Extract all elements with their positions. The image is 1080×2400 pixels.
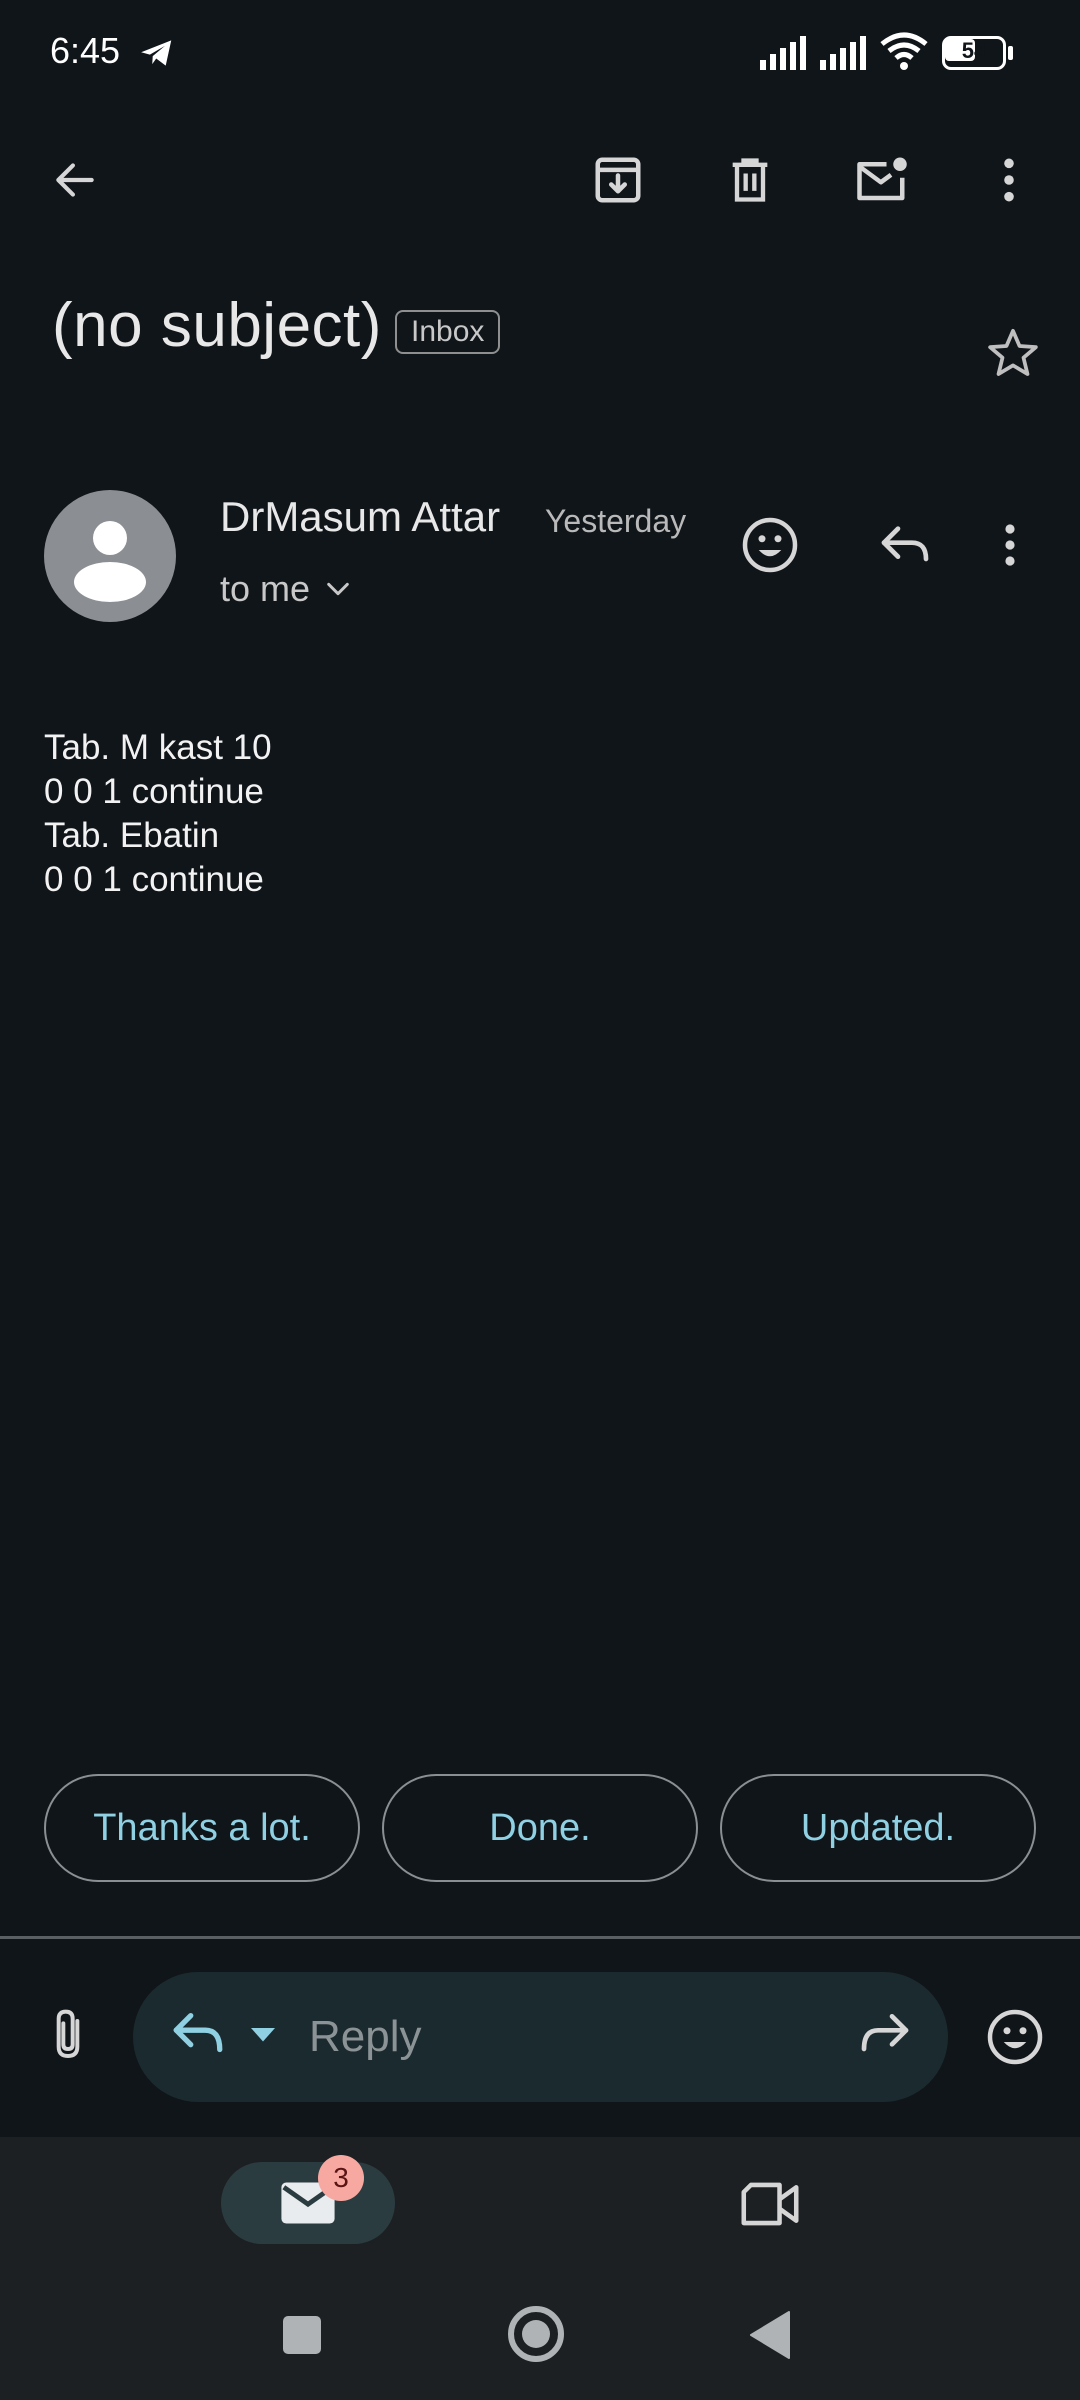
- back-arrow-icon: [56, 163, 94, 197]
- star-icon: [988, 328, 1038, 376]
- signal-icon: [760, 36, 806, 70]
- person-icon: [74, 521, 146, 602]
- email-subject: (no subject): [52, 291, 382, 360]
- sender-avatar[interactable]: [44, 490, 176, 622]
- recents-button[interactable]: [283, 2316, 321, 2354]
- caret-down-icon[interactable]: [248, 2024, 278, 2044]
- reply-button[interactable]: [870, 510, 940, 580]
- attach-button[interactable]: [35, 2000, 100, 2070]
- signal-icon-2: [820, 36, 866, 70]
- more-vert-icon: [1004, 158, 1014, 202]
- smart-reply-done[interactable]: Done.: [382, 1774, 698, 1882]
- inbox-label-chip[interactable]: Inbox: [395, 310, 501, 354]
- star-button[interactable]: [978, 318, 1048, 388]
- reply-box[interactable]: Reply: [133, 1972, 948, 2102]
- body-line: 0 0 1 continue: [44, 772, 264, 811]
- telegram-icon: [141, 40, 172, 66]
- body-line: Tab. M kast 10: [44, 728, 272, 767]
- more-vert-icon: [1005, 524, 1015, 566]
- email-detail-screen: 6:45 54 (no subject) Inbox DrMasum Attar…: [0, 0, 1080, 2400]
- add-reaction-button[interactable]: [735, 510, 805, 580]
- divider: [0, 1936, 1080, 1939]
- attachment-icon: [56, 2009, 79, 2058]
- home-button[interactable]: [508, 2306, 564, 2362]
- recipient-label: to me: [220, 568, 311, 609]
- battery-icon: 54: [942, 36, 1013, 70]
- back-button[interactable]: [40, 145, 110, 215]
- tab-meet[interactable]: [735, 2172, 805, 2236]
- reply-emoji-button[interactable]: [980, 2002, 1050, 2072]
- archive-button[interactable]: [583, 145, 653, 215]
- more-options-button[interactable]: [974, 145, 1044, 215]
- delete-button[interactable]: [715, 145, 785, 215]
- status-bar: 6:45 54: [0, 0, 1080, 110]
- unread-count-badge: 3: [318, 2155, 364, 2201]
- chevron-down-icon: [327, 582, 349, 596]
- mark-unread-button[interactable]: [847, 145, 917, 215]
- emoji-icon: [987, 2009, 1043, 2065]
- reply-placeholder[interactable]: Reply: [309, 2012, 422, 2062]
- body-line: 0 0 1 continue: [44, 860, 264, 899]
- mark-unread-icon: [857, 157, 907, 201]
- sent-time: Yesterday: [545, 503, 687, 539]
- system-back-icon[interactable]: [749, 2310, 791, 2360]
- tab-mail[interactable]: [221, 2162, 395, 2244]
- delete-icon: [732, 158, 768, 202]
- status-time: 6:45: [50, 30, 121, 71]
- sender-name[interactable]: DrMasum Attar: [220, 493, 500, 541]
- archive-icon: [595, 157, 641, 203]
- emoji-icon: [742, 517, 798, 573]
- body-line: Tab. Ebatin: [44, 816, 220, 855]
- smart-reply-thanks[interactable]: Thanks a lot.: [44, 1774, 360, 1882]
- battery-level: 54: [961, 38, 987, 63]
- wifi-icon: [880, 32, 928, 70]
- forward-icon[interactable]: [857, 2007, 913, 2063]
- reply-icon: [881, 526, 929, 562]
- smart-reply-updated[interactable]: Updated.: [720, 1774, 1036, 1882]
- video-camera-icon: [741, 2182, 799, 2226]
- reply-icon[interactable]: [169, 2007, 227, 2063]
- recipient-toggle[interactable]: to me: [220, 568, 352, 610]
- message-more-button[interactable]: [985, 510, 1035, 580]
- message-body: Tab. M kast 10 0 0 1 continue Tab. Ebati…: [44, 726, 272, 902]
